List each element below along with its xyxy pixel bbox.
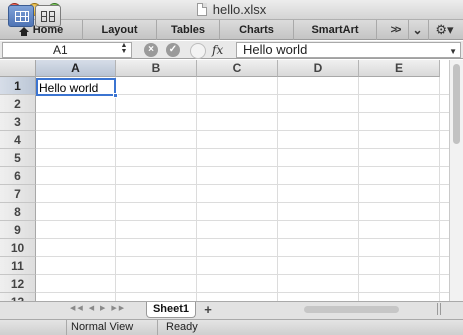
title-bar: hello.xlsx	[0, 0, 463, 20]
normal-view-icon	[15, 11, 29, 22]
grid-row-line	[36, 292, 449, 293]
vertical-scrollbar[interactable]	[449, 60, 463, 301]
column-header-e[interactable]: E	[359, 60, 440, 77]
sheet-tab-sheet1[interactable]: Sheet1	[146, 302, 196, 318]
home-icon	[18, 27, 29, 36]
grid-column-line	[196, 77, 197, 301]
row-header-11[interactable]: 11	[0, 257, 36, 275]
spreadsheet-grid[interactable]: ABCDE12345678910111213Hello world	[0, 60, 449, 301]
normal-view-button[interactable]	[8, 5, 34, 27]
tab-layout[interactable]: Layout	[83, 20, 157, 40]
add-sheet-button[interactable]: +	[199, 302, 217, 317]
column-header-a[interactable]: A	[36, 60, 116, 77]
row-header-8[interactable]: 8	[0, 203, 36, 221]
grid-column-line	[358, 77, 359, 301]
horizontal-scroll-thumb[interactable]	[304, 306, 399, 313]
row-header-13[interactable]: 13	[0, 293, 36, 301]
excel-window: hello.xlsx Home Layout Tables Charts Sma…	[0, 0, 463, 335]
status-view-label: Normal View	[66, 320, 158, 335]
document-icon	[196, 3, 207, 16]
fill-handle[interactable]	[113, 93, 118, 98]
formula-content: Hello world	[243, 42, 308, 57]
row-header-7[interactable]: 7	[0, 185, 36, 203]
row-header-12[interactable]: 12	[0, 275, 36, 293]
grid-row-line	[36, 274, 449, 275]
page-layout-view-icon	[41, 11, 47, 22]
column-header-d[interactable]: D	[278, 60, 359, 77]
window-title-text: hello.xlsx	[212, 2, 267, 17]
row-header-10[interactable]: 10	[0, 239, 36, 257]
grid-column-line	[277, 77, 278, 301]
column-header-b[interactable]: B	[116, 60, 197, 77]
grid-column-line	[115, 77, 116, 301]
row-header-3[interactable]: 3	[0, 113, 36, 131]
status-bar: Normal View Ready	[0, 319, 463, 335]
row-header-4[interactable]: 4	[0, 131, 36, 149]
tab-tables[interactable]: Tables	[157, 20, 220, 40]
grid-row-line	[36, 130, 449, 131]
row-header-9[interactable]: 9	[0, 221, 36, 239]
grid-row-line	[36, 256, 449, 257]
tab-smartart-label: SmartArt	[311, 24, 359, 36]
grid-row-line	[36, 220, 449, 221]
page-layout-view-icon-right	[49, 11, 55, 22]
status-mode-label: Ready	[166, 321, 198, 333]
grid-row-line	[36, 184, 449, 185]
insert-function-button[interactable]: fx	[212, 42, 234, 58]
check-icon[interactable]: ✓	[166, 43, 180, 57]
window-title: hello.xlsx	[0, 2, 463, 17]
name-box-value: A1	[53, 43, 68, 57]
select-all-corner[interactable]	[0, 60, 36, 77]
sheet-navigation-arrows[interactable]: ◀◀ ◀ ▶ ▶▶	[70, 303, 130, 315]
tab-charts-label: Charts	[239, 24, 274, 36]
row-header-1[interactable]: 1	[0, 77, 36, 95]
horizontal-scrollbar[interactable]	[300, 303, 420, 315]
expand-formula-icon[interactable]: ▼	[449, 45, 457, 59]
add-sheet-label: +	[204, 302, 212, 317]
gear-icon: ⚙▾	[435, 22, 454, 37]
row-header-6[interactable]: 6	[0, 167, 36, 185]
grid-row-line	[36, 148, 449, 149]
ribbon-tab-bar: Home Layout Tables Charts SmartArt >> ⌄ …	[0, 20, 463, 40]
cancel-icon[interactable]: ×	[144, 43, 158, 57]
chevron-down-icon: ⌄	[412, 23, 423, 37]
cell-a1[interactable]: Hello world	[36, 78, 116, 96]
sheet-tab-label: Sheet1	[152, 303, 190, 315]
grid-row-line	[36, 112, 449, 113]
collapse-ribbon-button[interactable]: ⌄	[408, 20, 426, 40]
tab-charts[interactable]: Charts	[220, 20, 294, 40]
fx-label: fx	[212, 43, 224, 57]
more-tabs-label: >>	[390, 24, 402, 36]
formula-input[interactable]: Hello world ▼	[236, 42, 461, 58]
grid-row-line	[36, 166, 449, 167]
tab-layout-label: Layout	[101, 24, 138, 36]
column-header-c[interactable]: C	[197, 60, 278, 77]
vertical-scroll-thumb[interactable]	[453, 64, 460, 144]
more-tabs-button[interactable]: >>	[384, 20, 406, 40]
name-box[interactable]: A1	[2, 42, 132, 58]
grid-row-line	[36, 238, 449, 239]
grid-column-line	[439, 77, 440, 301]
name-box-stepper-icon[interactable]: ▲ ▼	[119, 42, 129, 57]
tab-smartart[interactable]: SmartArt	[294, 20, 377, 40]
tab-tables-label: Tables	[170, 24, 206, 36]
page-layout-view-button[interactable]	[35, 5, 61, 27]
grid-row-line	[36, 202, 449, 203]
formula-bar: A1 ▲ ▼ × ✓ fx Hello world ▼	[0, 41, 463, 59]
row-header-2[interactable]: 2	[0, 95, 36, 113]
split-handle[interactable]	[437, 303, 441, 315]
ribbon-settings-button[interactable]: ⚙▾	[428, 20, 460, 40]
row-header-5[interactable]: 5	[0, 149, 36, 167]
formula-divider-icon	[188, 42, 208, 59]
